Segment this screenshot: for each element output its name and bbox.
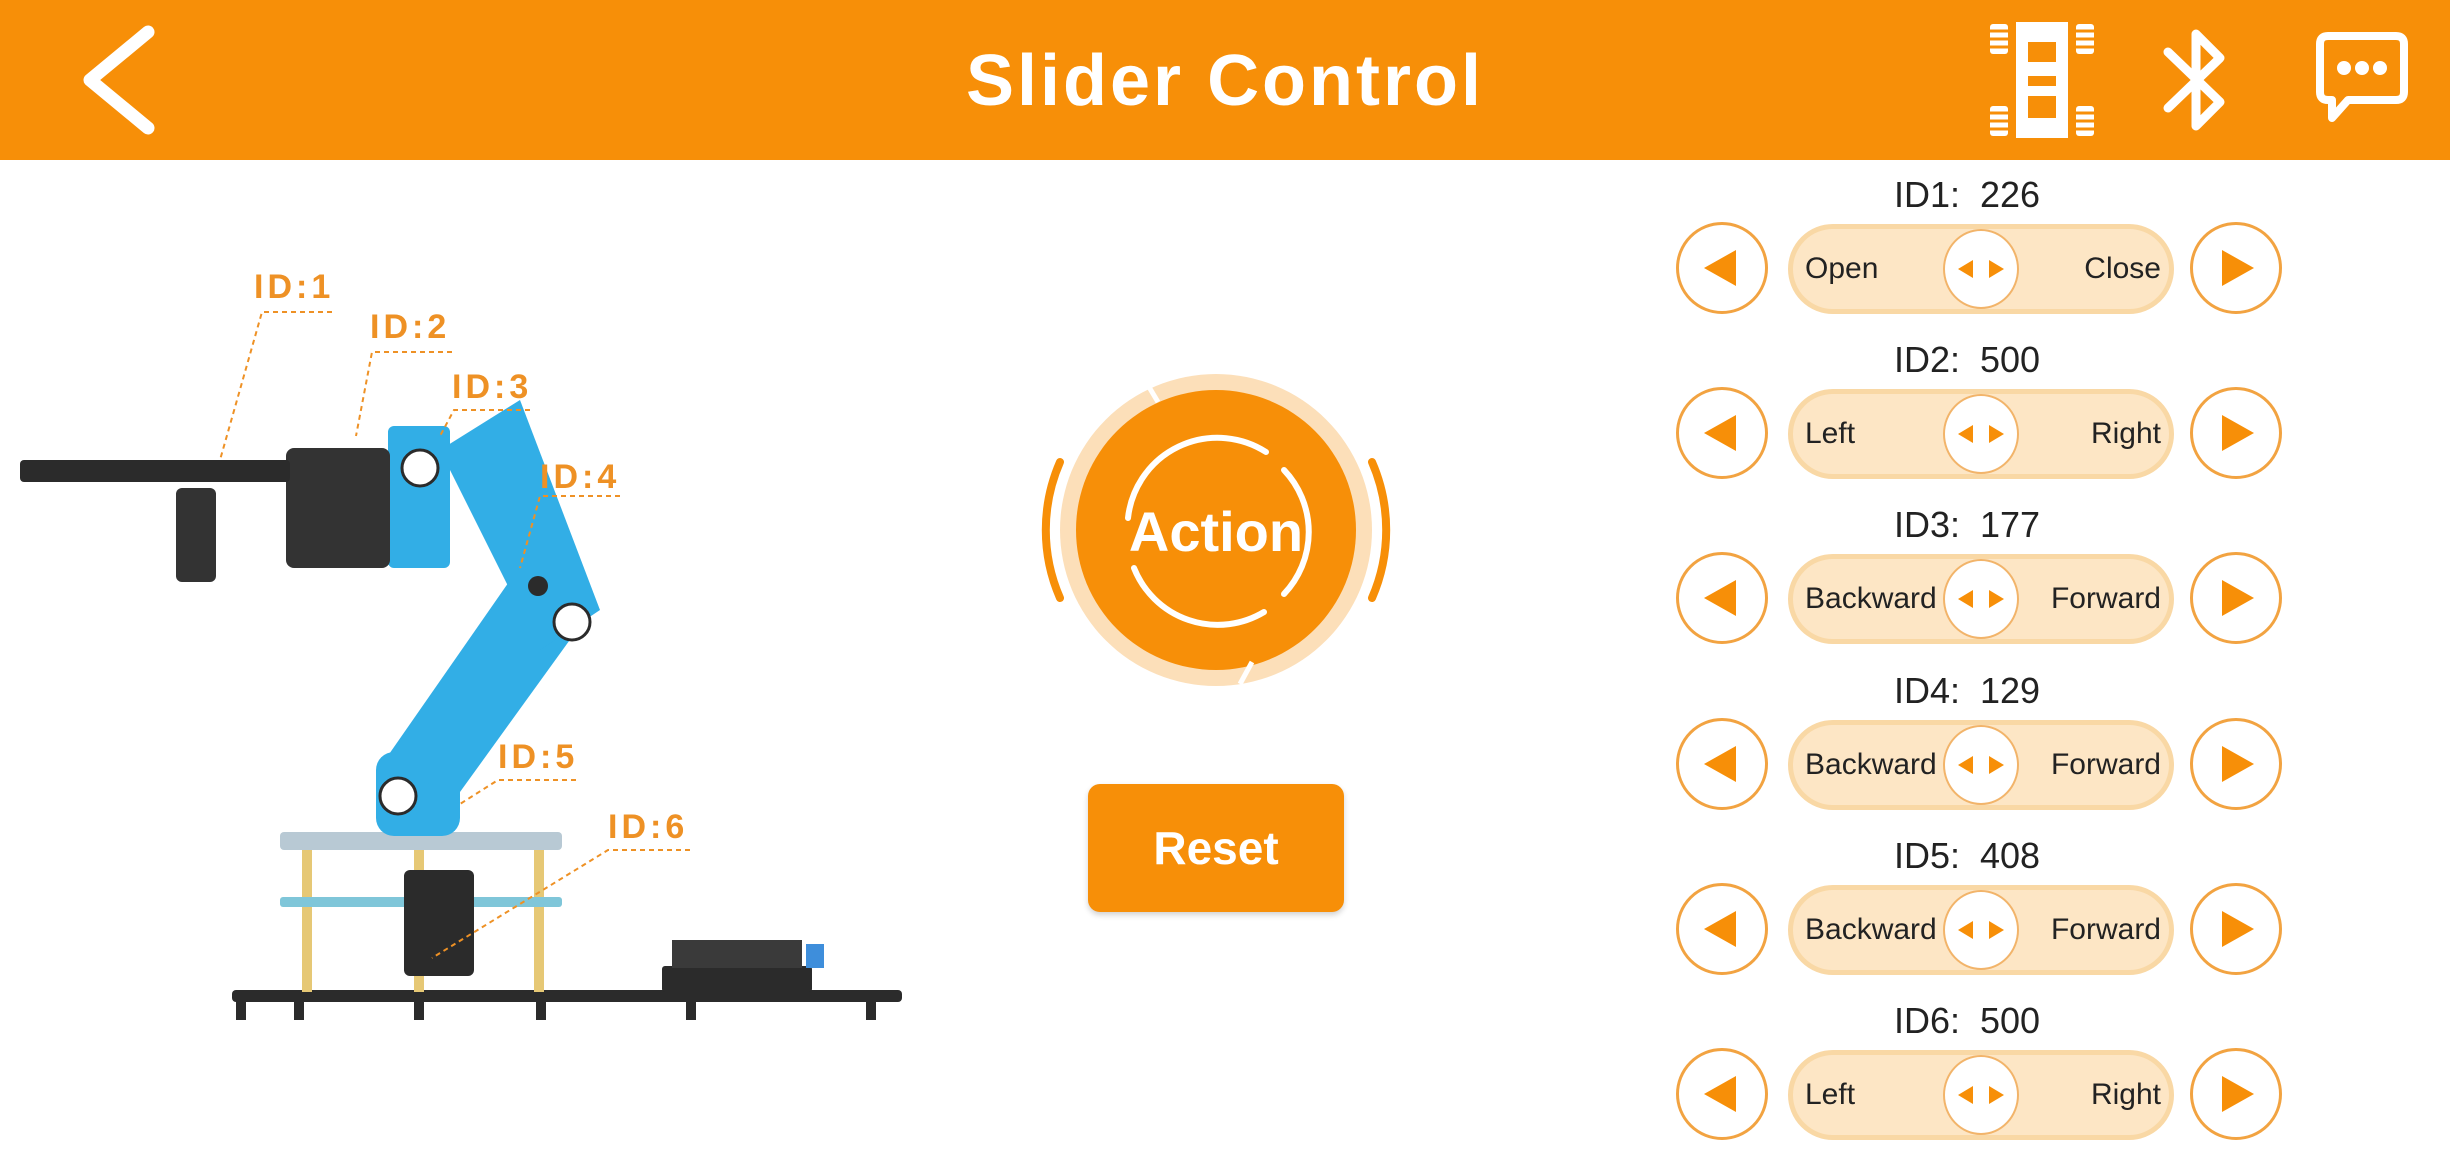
decrease-button[interactable] xyxy=(1676,552,1768,644)
triangle-left-icon xyxy=(1704,911,1736,947)
decrease-button[interactable] xyxy=(1676,222,1768,314)
id6-callout: ID:6 xyxy=(608,808,688,846)
slider-right-label: Right xyxy=(2090,417,2161,450)
triangle-left-icon xyxy=(1704,746,1736,782)
increase-button[interactable] xyxy=(2190,387,2282,479)
chat-icon[interactable] xyxy=(2314,22,2410,138)
servo-row-1: ID1: 226 Open Close xyxy=(1670,174,2310,339)
servo-id-label: ID4: xyxy=(1894,670,1961,711)
back-chevron-icon xyxy=(83,25,155,135)
slider-knob[interactable] xyxy=(1943,229,2019,309)
slider-left-label: Left xyxy=(1805,1078,1856,1111)
servo-id-label: ID3: xyxy=(1894,504,1961,545)
servo-slider-track[interactable]: Backward Forward xyxy=(1788,885,2174,975)
servo-row-5: ID5: 408 Backward Forward xyxy=(1670,835,2310,1000)
triangle-right-icon xyxy=(2222,746,2254,782)
id5-callout: ID:5 xyxy=(498,738,578,776)
servo-id-readout: ID5: 408 xyxy=(1894,835,2194,877)
servo-value: 500 xyxy=(1980,339,2041,380)
servo-slider-track[interactable]: Backward Forward xyxy=(1788,554,2174,644)
triangle-right-icon xyxy=(2222,911,2254,947)
servo-row-2: ID2: 500 Left Right xyxy=(1670,339,2310,504)
app-header: Slider Control xyxy=(0,0,2450,160)
bluetooth-icon[interactable] xyxy=(2158,22,2242,138)
servo-value: 226 xyxy=(1980,174,2041,215)
increase-button[interactable] xyxy=(2190,222,2282,314)
servo-id-label: ID1: xyxy=(1894,174,1961,215)
back-button[interactable] xyxy=(70,22,180,138)
servo-slider-track[interactable]: Open Close xyxy=(1788,224,2174,314)
servo-id-label: ID6: xyxy=(1894,1000,1961,1041)
triangle-right-icon xyxy=(2222,415,2254,451)
triangle-left-icon xyxy=(1704,415,1736,451)
increase-button[interactable] xyxy=(2190,718,2282,810)
triangle-left-icon xyxy=(1704,250,1736,286)
decrease-button[interactable] xyxy=(1676,1048,1768,1140)
slider-knob[interactable] xyxy=(1943,725,2019,805)
id3-callout: ID:3 xyxy=(452,368,532,406)
servo-row-6: ID6: 500 Left Right xyxy=(1670,1000,2310,1165)
slider-right-label: Forward xyxy=(2050,582,2161,615)
servo-id-label: ID5: xyxy=(1894,835,1961,876)
slider-knob[interactable] xyxy=(1943,890,2019,970)
slider-knob[interactable] xyxy=(1943,1055,2019,1135)
action-button[interactable]: Action xyxy=(1016,362,1416,702)
triangle-left-icon xyxy=(1704,580,1736,616)
servo-value: 408 xyxy=(1980,835,2041,876)
decrease-button[interactable] xyxy=(1676,883,1768,975)
servo-id-readout: ID3: 177 xyxy=(1894,504,2194,546)
reset-button[interactable]: Reset xyxy=(1088,784,1344,912)
increase-button[interactable] xyxy=(2190,552,2282,644)
slider-right-label: Forward xyxy=(2050,913,2161,946)
slider-left-label: Backward xyxy=(1805,582,1937,615)
slider-knob[interactable] xyxy=(1943,394,2019,474)
left-right-arrows-icon xyxy=(1958,921,2004,939)
increase-button[interactable] xyxy=(2190,883,2282,975)
increase-button[interactable] xyxy=(2190,1048,2282,1140)
slider-right-label: Right xyxy=(2090,1078,2161,1111)
servo-row-3: ID3: 177 Backward Forward xyxy=(1670,504,2310,669)
control-board xyxy=(662,940,824,992)
triangle-right-icon xyxy=(2222,1076,2254,1112)
left-right-arrows-icon xyxy=(1958,756,2004,774)
servo-id-label: ID2: xyxy=(1894,339,1961,380)
decrease-button[interactable] xyxy=(1676,718,1768,810)
left-right-arrows-icon xyxy=(1958,425,2004,443)
triangle-right-icon xyxy=(2222,580,2254,616)
robot-arm-illustration: ID:1 ID:2 ID:3 ID:4 ID:5 ID:6 xyxy=(20,268,902,1020)
servo-value: 177 xyxy=(1980,504,2041,545)
left-right-arrows-icon xyxy=(1958,260,2004,278)
slider-right-label: Close xyxy=(2084,252,2161,285)
servo-row-4: ID4: 129 Backward Forward xyxy=(1670,670,2310,835)
left-right-arrows-icon xyxy=(1958,590,2004,608)
slider-knob[interactable] xyxy=(1943,559,2019,639)
slider-left-label: Backward xyxy=(1805,748,1937,781)
slider-left-label: Open xyxy=(1805,252,1879,285)
car-mode-icon[interactable] xyxy=(1990,22,2094,138)
servo-id-readout: ID2: 500 xyxy=(1894,339,2194,381)
servo-id-readout: ID4: 129 xyxy=(1894,670,2194,712)
servo-id-readout: ID1: 226 xyxy=(1894,174,2194,216)
slider-left-label: Left xyxy=(1805,417,1856,450)
id1-callout: ID:1 xyxy=(254,268,334,306)
servo-slider-track[interactable]: Left Right xyxy=(1788,389,2174,479)
servo-value: 500 xyxy=(1980,1000,2041,1041)
triangle-left-icon xyxy=(1704,1076,1736,1112)
left-right-arrows-icon xyxy=(1958,1086,2004,1104)
servo-slider-track[interactable]: Left Right xyxy=(1788,1050,2174,1140)
servo-value: 129 xyxy=(1980,670,2041,711)
servo-id-readout: ID6: 500 xyxy=(1894,1000,2194,1042)
servo-slider-track[interactable]: Backward Forward xyxy=(1788,720,2174,810)
decrease-button[interactable] xyxy=(1676,387,1768,479)
slider-left-label: Backward xyxy=(1805,913,1937,946)
id4-callout: ID:4 xyxy=(540,458,620,496)
slider-right-label: Forward xyxy=(2050,748,2161,781)
triangle-right-icon xyxy=(2222,250,2254,286)
id2-callout: ID:2 xyxy=(370,308,450,346)
action-ring-graphic xyxy=(1041,374,1391,686)
